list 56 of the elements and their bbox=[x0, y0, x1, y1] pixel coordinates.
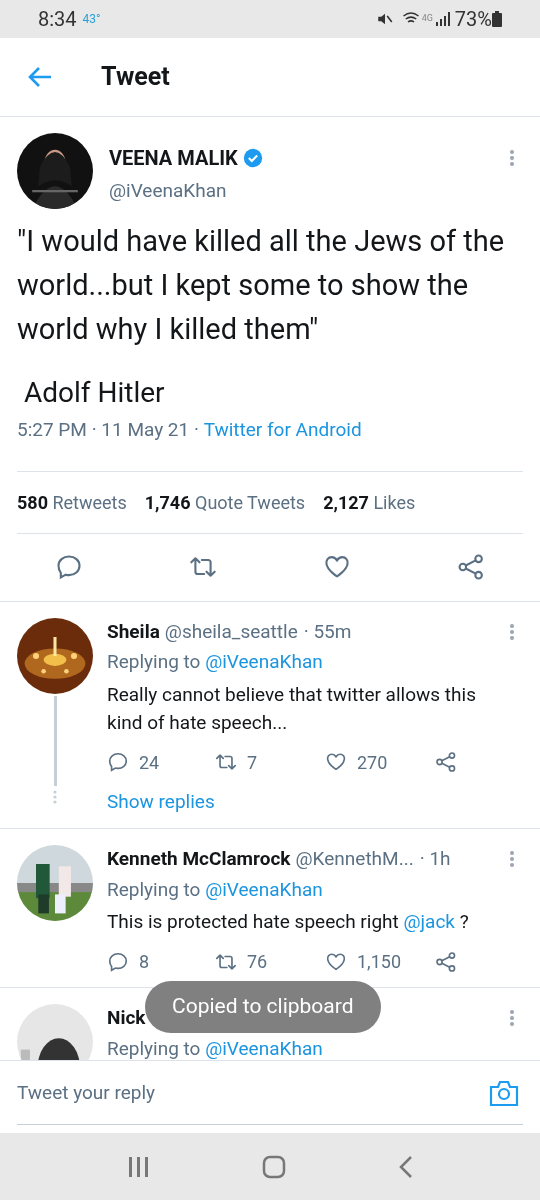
author-handle: @iVeenaKhan bbox=[109, 178, 228, 204]
author-name: VEENA MALIK bbox=[109, 145, 238, 172]
recent-apps-icon[interactable] bbox=[126, 1155, 149, 1178]
page-title: Tweet bbox=[101, 61, 170, 94]
toast: Copied to clipboard bbox=[145, 981, 381, 1033]
reply-author-name: Nick bbox=[107, 1005, 146, 1031]
replying-to-label: Replying to bbox=[107, 877, 201, 901]
heart-icon[interactable] bbox=[325, 950, 347, 973]
reply-count: 8 bbox=[139, 950, 150, 974]
camera-icon[interactable] bbox=[489, 1078, 519, 1107]
retweet-icon[interactable] bbox=[215, 751, 237, 773]
reply-author-handle: @KennethM... bbox=[295, 846, 414, 872]
temperature: 43° bbox=[82, 11, 101, 28]
retweet-count: 76 bbox=[247, 950, 268, 974]
battery-level: 73% bbox=[454, 6, 492, 33]
reply-author-name: Kenneth McClamrock bbox=[107, 846, 291, 872]
share-icon[interactable] bbox=[435, 950, 457, 973]
home-icon[interactable] bbox=[262, 1154, 286, 1179]
replying-to-label: Replying to bbox=[107, 650, 201, 673]
signal-icon bbox=[434, 11, 451, 27]
mention-link[interactable]: @jack bbox=[403, 910, 455, 933]
reply-count: 24 bbox=[139, 750, 160, 775]
stat-count[interactable]: 1,746 Quote Tweets bbox=[144, 488, 306, 516]
back-arrow-icon bbox=[27, 65, 53, 89]
reply-icon[interactable] bbox=[107, 950, 129, 973]
tweet-timestamp: 5:27 PM · 11 May 21 · bbox=[17, 417, 200, 443]
share-icon[interactable] bbox=[435, 751, 457, 773]
battery-icon bbox=[492, 11, 502, 27]
network-type: 4G bbox=[421, 12, 433, 26]
thread-dots-icon bbox=[53, 789, 57, 804]
tweet-attribution: Adolf Hitler bbox=[24, 375, 166, 411]
source-link[interactable]: Twitter for Android bbox=[203, 416, 362, 445]
mention-link[interactable]: @iVeenaKhan bbox=[205, 650, 323, 673]
reply-time: · 55m bbox=[303, 618, 352, 645]
show-replies-link[interactable]: Show replies bbox=[107, 787, 215, 816]
stat-count[interactable]: 2,127 Likes bbox=[323, 488, 416, 516]
reply-time: · 1h bbox=[419, 846, 451, 872]
share-icon[interactable] bbox=[457, 553, 485, 581]
reply-author-name: Sheila bbox=[107, 618, 160, 645]
heart-icon[interactable] bbox=[325, 751, 347, 773]
replying-to-label: Replying to bbox=[107, 1036, 201, 1060]
retweet-count: 7 bbox=[247, 750, 258, 775]
mention-link[interactable]: @iVeenaKhan bbox=[205, 1036, 323, 1060]
reply-text: Really cannot believe that twitter allows this kind of hate speech... bbox=[107, 681, 477, 736]
tweet-text: "I would have killed all the Jews of the world...but I kept some to show the world why I killed them" bbox=[17, 223, 506, 348]
reply-input-field[interactable]: Tweet your reply bbox=[17, 1072, 489, 1113]
back-icon[interactable] bbox=[399, 1154, 414, 1179]
reply-author-handle: @sheila_seattle bbox=[164, 618, 298, 645]
reply-text: This is protected hate speech right @jack ? bbox=[107, 909, 470, 935]
clock: 8:34 bbox=[38, 6, 77, 33]
mention-link[interactable]: @iVeenaKhan bbox=[205, 877, 323, 901]
like-count: 1,150 bbox=[357, 950, 401, 974]
like-count: 270 bbox=[357, 750, 388, 775]
stat-count[interactable]: 580 Retweets bbox=[17, 488, 127, 516]
reply-icon[interactable] bbox=[107, 751, 129, 773]
reply-icon[interactable] bbox=[55, 553, 83, 581]
